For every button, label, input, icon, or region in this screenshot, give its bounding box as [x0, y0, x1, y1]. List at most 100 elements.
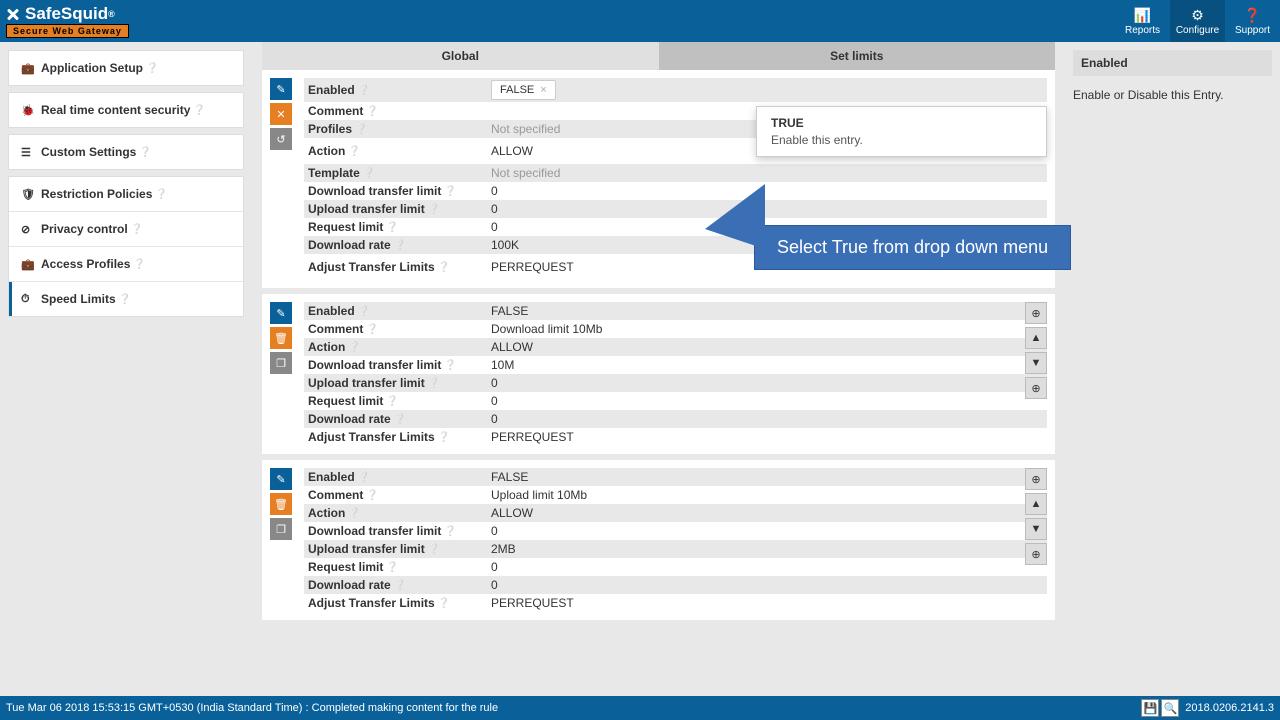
field-label: Upload transfer limit ❔ — [304, 540, 487, 558]
field-label: Comment ❔ — [304, 320, 487, 338]
field-row: Template ❔ Not specified — [304, 164, 1047, 182]
field-row: Action ❔ALLOW — [304, 504, 1047, 522]
field-label: Request limit ❔ — [304, 218, 487, 236]
help-icon: ❔ — [358, 85, 370, 96]
field-value-cell[interactable]: 0 — [487, 200, 1047, 218]
copy-button[interactable]: ❐ — [270, 518, 292, 540]
field-label: Upload transfer limit ❔ — [304, 200, 487, 218]
reorder-button[interactable]: ⊕ — [1025, 543, 1047, 565]
support-icon: ❓ — [1244, 7, 1261, 24]
field-value-cell[interactable]: FALSE× — [487, 78, 1047, 102]
info-title: Enabled — [1073, 50, 1272, 76]
logo-icon — [6, 6, 22, 22]
tab-set-limits[interactable]: Set limits — [659, 42, 1056, 70]
help-icon: ❔ — [444, 360, 456, 371]
field-value-cell: 0 — [487, 410, 1047, 428]
field-value: 0 — [491, 560, 498, 574]
value-tag[interactable]: FALSE× — [491, 80, 556, 100]
field-label: Request limit ❔ — [304, 392, 487, 410]
search-button[interactable]: 🔍 — [1161, 699, 1179, 717]
field-value-cell: 0 — [487, 558, 1047, 576]
nav-support[interactable]: ❓ Support — [1225, 0, 1280, 42]
del-button[interactable]: 🗑 — [270, 493, 292, 515]
dropdown-option-title: TRUE — [771, 116, 1032, 130]
del-button[interactable]: 🗑 — [270, 327, 292, 349]
remove-icon[interactable]: × — [540, 84, 546, 96]
reorder-button[interactable]: ▼ — [1025, 518, 1047, 540]
reorder-button[interactable]: ▲ — [1025, 327, 1047, 349]
field-label: Enabled ❔ — [304, 468, 487, 486]
edit-button[interactable]: ✎ — [270, 468, 292, 490]
sidebar-label: Privacy control — [41, 222, 128, 236]
field-label: Action ❔ — [304, 338, 487, 356]
callout: Select True from drop down menu — [754, 225, 1071, 270]
field-value-cell: 2MB — [487, 540, 1047, 558]
field-label: Template ❔ — [304, 164, 487, 182]
edit-button[interactable]: ✎ — [270, 78, 292, 100]
field-value: 100K — [491, 238, 519, 252]
field-label: Comment ❔ — [304, 102, 487, 120]
field-value: 0 — [491, 184, 498, 198]
field-value: Upload limit 10Mb — [491, 488, 587, 502]
help-icon: ❔ — [348, 508, 360, 519]
sidebar-item-application-setup[interactable]: 💼Application Setup ❔ — [9, 51, 243, 85]
sidebar-icon: ⏱ — [21, 293, 35, 306]
logo-text: SafeSquid — [25, 4, 108, 24]
tagline: Secure Web Gateway — [6, 24, 129, 38]
reorder-button[interactable]: ▼ — [1025, 352, 1047, 374]
action-buttons: ✎ 🗑 ❐ — [270, 302, 292, 446]
field-row: Enabled ❔FALSE× — [304, 78, 1047, 102]
edit-button[interactable]: ✎ — [270, 302, 292, 324]
sidebar-item-custom-settings[interactable]: ☰Custom Settings ❔ — [9, 135, 243, 169]
sidebar-item-privacy-control[interactable]: ⊘Privacy control ❔ — [9, 212, 243, 247]
help-icon: ❔ — [133, 259, 145, 270]
configure-icon: ⚙ — [1191, 7, 1204, 24]
field-value: FALSE — [491, 304, 528, 318]
sidebar-label: Custom Settings — [41, 145, 136, 159]
help-icon: ❔ — [119, 294, 131, 305]
del-button[interactable]: ✕ — [270, 103, 292, 125]
field-row: Download rate ❔0 — [304, 576, 1047, 594]
field-value-cell[interactable]: Not specified — [487, 164, 1047, 182]
nav-label: Support — [1235, 25, 1270, 36]
callout-text: Select True from drop down menu — [777, 237, 1048, 257]
field-value: Download limit 10Mb — [491, 322, 602, 336]
help-icon: ❔ — [358, 306, 370, 317]
nav-reports[interactable]: 📊 Reports — [1115, 0, 1170, 42]
tab-global[interactable]: Global — [262, 42, 659, 70]
field-label: Action ❔ — [304, 142, 487, 160]
rev-button[interactable]: ↺ — [270, 128, 292, 150]
field-value-cell: 10M — [487, 356, 1047, 374]
not-specified: Not specified — [491, 166, 560, 180]
field-row: Upload transfer limit ❔2MB — [304, 540, 1047, 558]
field-value-cell: 0 — [487, 576, 1047, 594]
field-value: 0 — [491, 220, 498, 234]
sidebar-icon: ☰ — [21, 146, 35, 159]
sidebar-item-real-time-content-security[interactable]: 🐞Real time content security ❔ — [9, 93, 243, 127]
dropdown[interactable]: TRUEEnable this entry. — [756, 106, 1047, 157]
sidebar-icon: 💼 — [21, 62, 35, 75]
field-row: Upload transfer limit ❔0 — [304, 374, 1047, 392]
entry-panel: ✎🗑❐Enabled ❔FALSEComment ❔Download limit… — [262, 294, 1055, 454]
help-icon: ❔ — [438, 432, 450, 443]
copy-button[interactable]: ❐ — [270, 352, 292, 374]
sidebar-icon: 🐞 — [21, 104, 35, 117]
field-row: Request limit ❔0 — [304, 392, 1047, 410]
sidebar-item-access-profiles[interactable]: 💼Access Profiles ❔ — [9, 247, 243, 282]
field-value-cell[interactable]: 0 — [487, 182, 1047, 200]
info-desc: Enable or Disable this Entry. — [1073, 88, 1272, 102]
field-row: Adjust Transfer Limits ❔PERREQUEST — [304, 594, 1047, 612]
reports-icon: 📊 — [1134, 7, 1151, 24]
footer-version: 2018.0206.2141.3 — [1185, 702, 1274, 714]
reorder-button[interactable]: ⊕ — [1025, 468, 1047, 490]
reorder-button[interactable]: ▲ — [1025, 493, 1047, 515]
nav-label: Reports — [1125, 25, 1160, 36]
reorder-button[interactable]: ⊕ — [1025, 302, 1047, 324]
save-button[interactable]: 💾 — [1141, 699, 1159, 717]
sidebar-item-speed-limits[interactable]: ⏱Speed Limits ❔ — [9, 282, 243, 316]
reorder-button[interactable]: ⊕ — [1025, 377, 1047, 399]
help-icon: ❔ — [366, 324, 378, 335]
logo: SafeSquid ® — [6, 4, 129, 24]
sidebar-item-restriction-policies[interactable]: 🛡Restriction Policies ❔ — [9, 177, 243, 212]
nav-configure[interactable]: ⚙ Configure — [1170, 0, 1225, 42]
